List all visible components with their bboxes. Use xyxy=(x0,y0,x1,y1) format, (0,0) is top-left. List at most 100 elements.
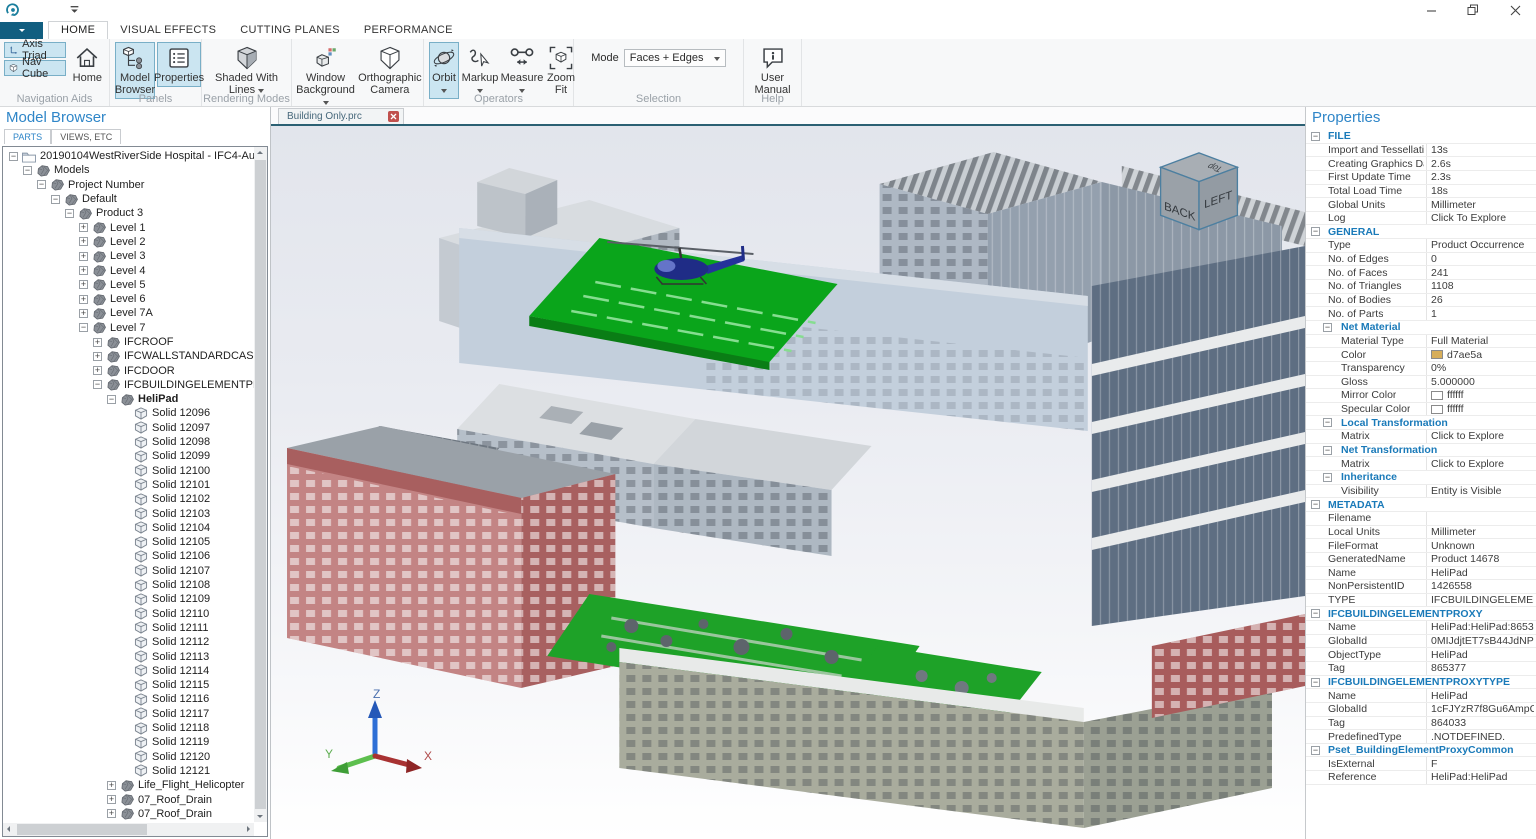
orbit-button[interactable]: Orbit xyxy=(429,42,459,99)
property-row[interactable]: NameHeliPad:HeliPad:865377 xyxy=(1306,621,1536,635)
property-row[interactable]: NameHeliPad xyxy=(1306,689,1536,703)
tree-item[interactable]: −IFCBUILDINGELEMENTPROXY xyxy=(3,378,254,392)
expand-icon[interactable]: + xyxy=(79,309,88,318)
color-swatch[interactable] xyxy=(1431,391,1443,400)
property-row[interactable]: ObjectTypeHeliPad xyxy=(1306,648,1536,662)
tree-item[interactable]: Solid 12103 xyxy=(3,506,254,520)
tree-item[interactable]: +Life_Flight_Helicopter xyxy=(3,778,254,792)
property-row[interactable]: No. of Parts1 xyxy=(1306,307,1536,321)
property-row[interactable]: TypeProduct Occurrence xyxy=(1306,239,1536,253)
property-row[interactable]: No. of Edges0 xyxy=(1306,253,1536,267)
tree-item[interactable]: −Project Number xyxy=(3,178,254,192)
tree-item[interactable]: +Level 1 xyxy=(3,220,254,234)
collapse-icon[interactable]: − xyxy=(79,323,88,332)
tab-performance[interactable]: PERFORMANCE xyxy=(352,22,465,39)
orthographic-camera-button[interactable]: Orthographic Camera xyxy=(359,42,421,99)
tab-visual-effects[interactable]: VISUAL EFFECTS xyxy=(108,22,228,39)
tree-item[interactable]: Solid 12121 xyxy=(3,764,254,778)
property-row[interactable]: GlobalId1cFJYzR7f8Gu6AmpC9juyu xyxy=(1306,703,1536,717)
collapse-icon[interactable]: − xyxy=(107,395,116,404)
tree-item[interactable]: Solid 12099 xyxy=(3,449,254,463)
tree-item[interactable]: +Level 5 xyxy=(3,278,254,292)
collapse-icon[interactable]: − xyxy=(23,166,32,175)
collapse-icon[interactable]: − xyxy=(1323,446,1332,455)
property-value[interactable]: Click to Explore xyxy=(1426,430,1534,443)
collapse-icon[interactable]: − xyxy=(93,380,102,389)
tree-item[interactable]: +Level 6 xyxy=(3,292,254,306)
property-row[interactable]: Gloss5.000000 xyxy=(1306,376,1536,390)
tree-item[interactable]: −Models xyxy=(3,163,254,177)
tree-item[interactable]: Solid 12112 xyxy=(3,635,254,649)
tree-item[interactable]: +07_Roof_Drain xyxy=(3,792,254,806)
nav-cube-toggle[interactable]: Nav Cube xyxy=(4,60,66,76)
tree-item[interactable]: Solid 12119 xyxy=(3,735,254,749)
tree-item[interactable]: Solid 12115 xyxy=(3,678,254,692)
tree-item[interactable]: −Default xyxy=(3,192,254,206)
collapse-icon[interactable]: − xyxy=(51,195,60,204)
property-row[interactable]: Creating Graphics Data...2.6s xyxy=(1306,157,1536,171)
property-row[interactable]: No. of Faces241 xyxy=(1306,266,1536,280)
property-row[interactable]: Colord7ae5a xyxy=(1306,348,1536,362)
document-tab[interactable]: Building Only.prc xyxy=(278,108,404,124)
property-row[interactable]: First Update Time2.3s xyxy=(1306,171,1536,185)
tree-item[interactable]: Solid 12107 xyxy=(3,564,254,578)
collapse-icon[interactable]: − xyxy=(1323,418,1332,427)
tree-item[interactable]: +Level 2 xyxy=(3,235,254,249)
property-row[interactable]: Filename xyxy=(1306,512,1536,526)
collapse-icon[interactable]: − xyxy=(1311,227,1320,236)
color-swatch[interactable] xyxy=(1431,350,1443,359)
expand-icon[interactable]: + xyxy=(107,795,116,804)
property-row[interactable]: Total Load Time18s xyxy=(1306,185,1536,199)
tree-item[interactable]: +Level 3 xyxy=(3,249,254,263)
minimize-button[interactable] xyxy=(1410,0,1452,20)
property-row[interactable]: NonPersistentID1426558 xyxy=(1306,580,1536,594)
tab-close-icon[interactable] xyxy=(388,111,399,122)
tab-views-etc[interactable]: VIEWS, ETC xyxy=(51,129,121,144)
tree-item[interactable]: Solid 12100 xyxy=(3,464,254,478)
collapse-icon[interactable]: − xyxy=(1323,473,1332,482)
expand-icon[interactable]: + xyxy=(93,366,102,375)
markup-button[interactable]: Markup xyxy=(461,42,499,99)
property-row[interactable]: Tag864033 xyxy=(1306,717,1536,731)
app-menu-button[interactable] xyxy=(0,22,43,39)
shaded-with-lines-button[interactable]: Shaded With Lines xyxy=(207,42,286,99)
collapse-icon[interactable]: − xyxy=(65,209,74,218)
tree-item[interactable]: −HeliPad xyxy=(3,392,254,406)
collapse-icon[interactable]: − xyxy=(1323,323,1332,332)
expand-icon[interactable]: + xyxy=(79,223,88,232)
property-row[interactable]: Local UnitsMillimeter xyxy=(1306,526,1536,540)
tree-item[interactable]: Solid 12118 xyxy=(3,721,254,735)
tree-item[interactable]: Solid 12113 xyxy=(3,649,254,663)
tree-item[interactable]: +Level 4 xyxy=(3,263,254,277)
tree-item[interactable]: +IFCROOF xyxy=(3,335,254,349)
tree-item[interactable]: Solid 12098 xyxy=(3,435,254,449)
tree-vertical-scrollbar[interactable] xyxy=(254,147,267,822)
tree-item[interactable]: +IFCWALLSTANDARDCASE xyxy=(3,349,254,363)
property-row[interactable]: IsExternalF xyxy=(1306,757,1536,771)
tree-item[interactable]: Solid 12105 xyxy=(3,535,254,549)
tree-item[interactable]: Solid 12110 xyxy=(3,607,254,621)
tree-item[interactable]: +Level 7A xyxy=(3,306,254,320)
home-button[interactable]: Home xyxy=(71,42,104,87)
tree-item[interactable]: Solid 12104 xyxy=(3,521,254,535)
collapse-icon[interactable]: − xyxy=(37,180,46,189)
user-manual-button[interactable]: User Manual xyxy=(749,42,796,99)
tree-item[interactable]: +07_Roof_Drain xyxy=(3,807,254,821)
collapse-icon[interactable]: − xyxy=(1311,609,1320,618)
property-row[interactable]: NameHeliPad xyxy=(1306,567,1536,581)
property-row[interactable]: MatrixClick to Explore xyxy=(1306,430,1536,444)
tree-horizontal-scrollbar[interactable] xyxy=(3,823,254,836)
expand-icon[interactable]: + xyxy=(107,781,116,790)
tree-item[interactable]: Solid 12111 xyxy=(3,621,254,635)
property-row[interactable]: ReferenceHeliPad:HeliPad xyxy=(1306,771,1536,785)
color-swatch[interactable] xyxy=(1431,405,1443,414)
property-row[interactable]: No. of Triangles1108 xyxy=(1306,280,1536,294)
quick-access-customize-icon[interactable] xyxy=(69,5,80,15)
expand-icon[interactable]: + xyxy=(107,809,116,818)
tab-parts[interactable]: PARTS xyxy=(4,129,51,144)
tree-item[interactable]: Solid 12102 xyxy=(3,492,254,506)
tree-item[interactable]: Solid 12116 xyxy=(3,692,254,706)
property-row[interactable]: Specular Colorffffff xyxy=(1306,403,1536,417)
close-button[interactable] xyxy=(1494,0,1536,20)
expand-icon[interactable]: + xyxy=(79,266,88,275)
